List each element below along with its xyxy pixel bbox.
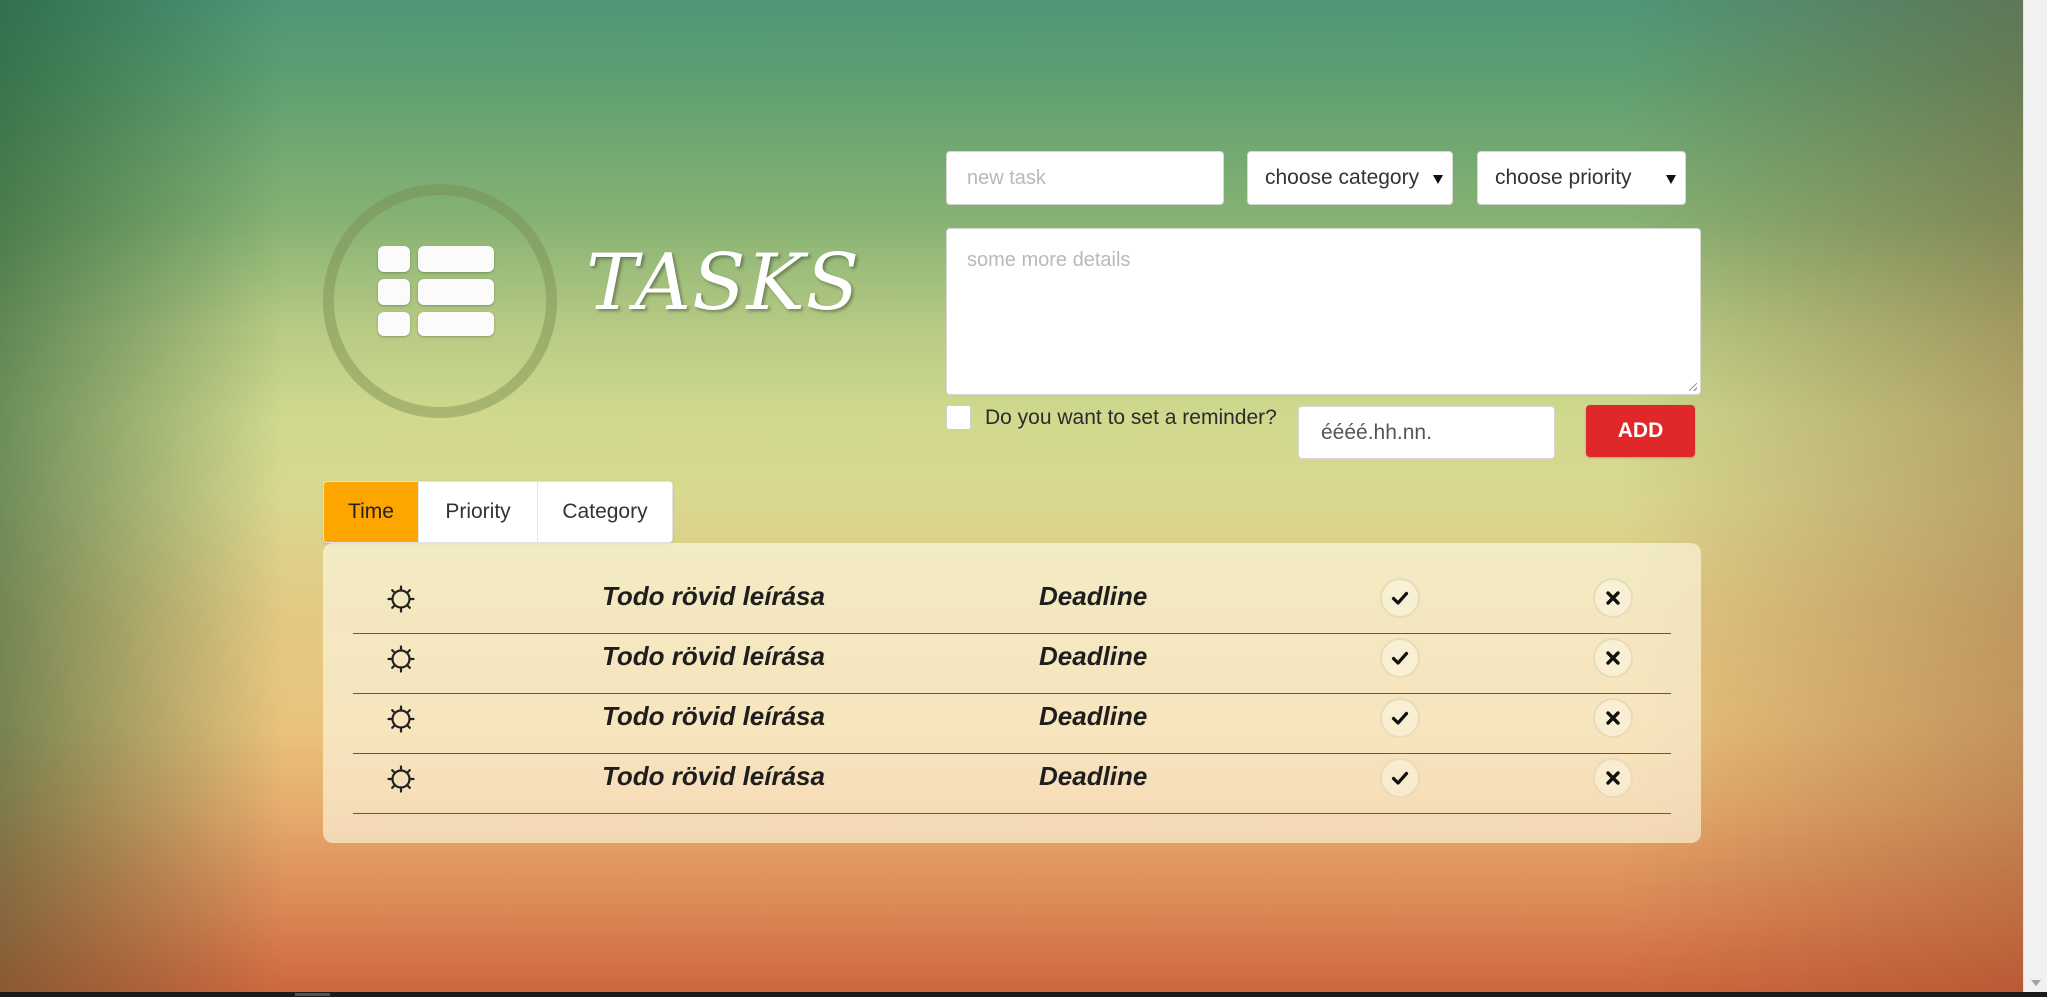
- task-description: Todo rövid leírása: [602, 641, 825, 671]
- sun-icon: [387, 705, 415, 733]
- list-icon-bullet: [378, 312, 410, 336]
- add-button[interactable]: ADD: [1586, 405, 1695, 457]
- close-icon: [1606, 651, 1620, 665]
- reminder-date-input[interactable]: [1299, 407, 1554, 458]
- sun-icon: [387, 585, 415, 613]
- done-button[interactable]: [1380, 758, 1420, 798]
- sun-icon: [387, 645, 415, 673]
- details-textarea[interactable]: [947, 229, 1700, 394]
- task-deadline: Deadline: [1039, 701, 1148, 731]
- app-title: TASKS: [586, 238, 861, 328]
- task-deadline: Deadline: [1039, 581, 1148, 611]
- new-task-field[interactable]: [946, 151, 1224, 205]
- reminder-checkbox[interactable]: [946, 405, 971, 430]
- category-select[interactable]: choose category: [1247, 151, 1453, 205]
- task-description: Todo rövid leírása: [602, 581, 825, 611]
- resize-handle-icon[interactable]: [1689, 383, 1697, 391]
- check-icon: [1391, 711, 1409, 725]
- task-deadline: Deadline: [1039, 641, 1148, 671]
- done-button[interactable]: [1380, 698, 1420, 738]
- list-icon: [378, 246, 494, 336]
- done-button[interactable]: [1380, 578, 1420, 618]
- check-icon: [1391, 591, 1409, 605]
- tab-category[interactable]: Category: [538, 482, 672, 542]
- priority-select-value: choose priority: [1495, 166, 1632, 189]
- reminder-date-field[interactable]: [1298, 406, 1555, 459]
- delete-button[interactable]: [1593, 698, 1633, 738]
- task-row: Todo rövid leírása Deadline: [353, 633, 1671, 694]
- list-icon-bullet: [378, 246, 410, 272]
- priority-select[interactable]: choose priority: [1477, 151, 1686, 205]
- dropdown-arrow-icon: [1666, 175, 1676, 184]
- sort-tabs: Time Priority Category: [323, 481, 673, 543]
- close-icon: [1606, 771, 1620, 785]
- delete-button[interactable]: [1593, 638, 1633, 678]
- list-icon-line: [418, 279, 494, 305]
- tab-priority[interactable]: Priority: [419, 482, 538, 542]
- list-icon-bullet: [378, 279, 410, 305]
- task-row: Todo rövid leírása Deadline: [353, 693, 1671, 754]
- dropdown-arrow-icon: [1433, 175, 1443, 184]
- close-icon: [1606, 591, 1620, 605]
- details-field[interactable]: [946, 228, 1701, 395]
- vertical-scrollbar[interactable]: [2023, 0, 2047, 992]
- tab-time[interactable]: Time: [324, 482, 419, 542]
- done-button[interactable]: [1380, 638, 1420, 678]
- sun-icon: [387, 765, 415, 793]
- task-row: Todo rövid leírása Deadline: [353, 573, 1671, 634]
- scroll-down-arrow-icon[interactable]: [2031, 980, 2041, 986]
- check-icon: [1391, 771, 1409, 785]
- check-icon: [1391, 651, 1409, 665]
- task-description: Todo rövid leírása: [602, 761, 825, 791]
- task-row: Todo rövid leírása Deadline: [353, 753, 1671, 814]
- list-icon-line: [418, 246, 494, 272]
- new-task-input[interactable]: [947, 152, 1223, 204]
- list-icon-line: [418, 312, 494, 336]
- page-background: [0, 0, 2024, 992]
- close-icon: [1606, 711, 1620, 725]
- horizontal-scrollbar-thumb[interactable]: [295, 993, 330, 996]
- reminder-label: Do you want to set a reminder?: [985, 406, 1277, 429]
- task-deadline: Deadline: [1039, 761, 1148, 791]
- task-description: Todo rövid leírása: [602, 701, 825, 731]
- delete-button[interactable]: [1593, 758, 1633, 798]
- horizontal-scrollbar[interactable]: [0, 992, 2047, 997]
- category-select-value: choose category: [1265, 166, 1420, 189]
- delete-button[interactable]: [1593, 578, 1633, 618]
- task-list: Todo rövid leírása Deadline Todo rövid l…: [323, 543, 1701, 843]
